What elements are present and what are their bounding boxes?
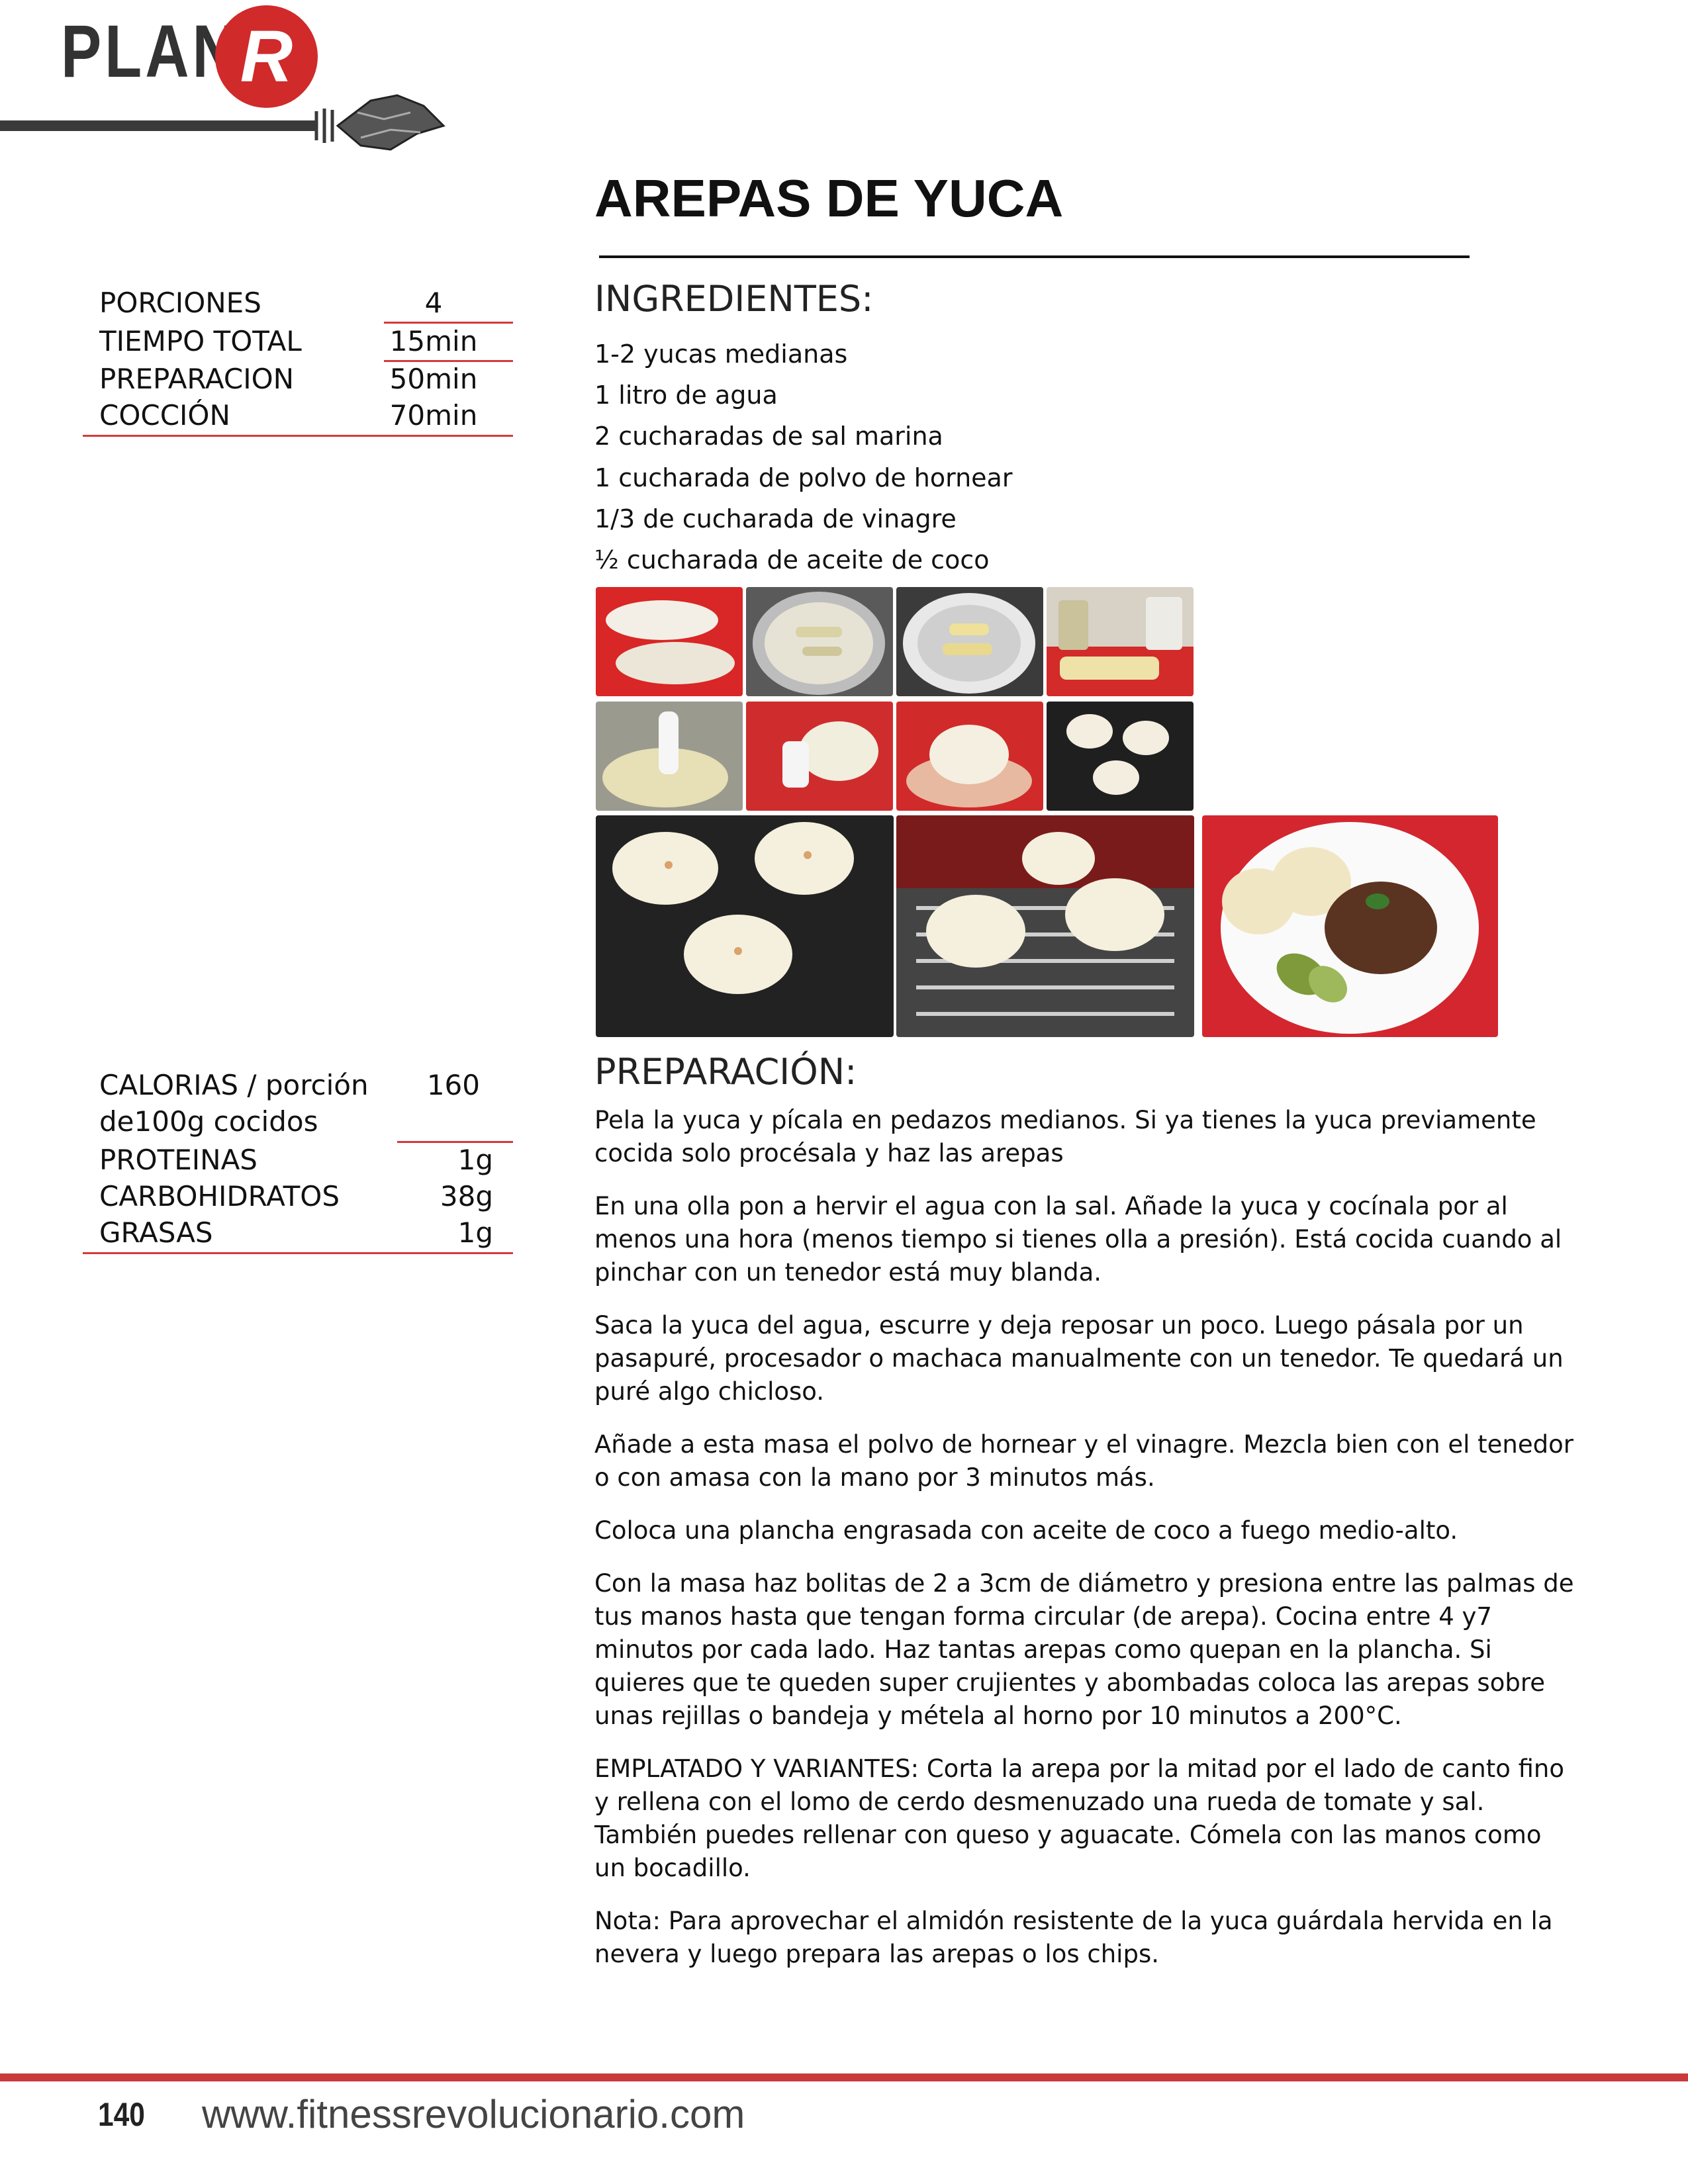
info-value: 15min	[389, 325, 478, 357]
preparation-step: Saca la yuca del agua, escurre y deja re…	[594, 1311, 1564, 1406]
info-label: TIEMPO TOTAL	[99, 325, 302, 357]
plated-dish-photo	[1202, 815, 1498, 1037]
ingredient-item: 2 cucharadas de sal marina	[594, 422, 943, 451]
oven-arepas-photo	[896, 815, 1194, 1037]
calories-value: 160	[426, 1069, 480, 1101]
nutrition-row: de100g cocidos	[83, 1103, 513, 1140]
page-number: 140	[98, 2096, 145, 2133]
footer-rule	[0, 2073, 1688, 2081]
preparation-step: EMPLATADO Y VARIANTES: Corta la arepa po…	[594, 1754, 1565, 1882]
ingredient-item: 1/3 de cucharada de vinagre	[594, 504, 957, 533]
peeled-yuca-photo	[596, 587, 743, 696]
logo-letter: R	[240, 15, 293, 97]
preparation-step: Coloca una plancha engrasada con aceite …	[594, 1516, 1458, 1545]
info-row: PORCIONES 4	[83, 285, 513, 322]
info-value: 4	[424, 287, 443, 319]
info-label: PORCIONES	[99, 287, 261, 319]
nutrition-row: CARBOHIDRATOS 38g	[83, 1178, 513, 1215]
info-label: PREPARACION	[99, 363, 295, 395]
preparation-step: Añade a esta masa el polvo de hornear y …	[594, 1430, 1573, 1492]
preparation-step: Con la masa haz bolitas de 2 a 3cm de di…	[594, 1569, 1574, 1730]
nutrition-label: GRASAS	[99, 1216, 213, 1249]
nutrition-value: 38g	[440, 1180, 493, 1212]
nutrition-rule	[83, 1252, 513, 1254]
logo-text: PLAN	[61, 10, 240, 93]
info-row: TIEMPO TOTAL 15min	[83, 323, 513, 360]
nutrition-label: CARBOHIDRATOS	[99, 1180, 340, 1212]
preparation-heading: PREPARACIÓN:	[594, 1051, 857, 1093]
preparation-steps: Pela la yuca y pícala en pedazos mediano…	[594, 1104, 1574, 1991]
recipe-title: AREPAS DE YUCA	[594, 169, 1064, 228]
ingredients-heading: INGREDIENTES:	[594, 278, 874, 320]
nutrition-row: PROTEINAS 1g	[83, 1142, 513, 1179]
website-link[interactable]: www.fitnessrevolucionario.com	[202, 2095, 745, 2134]
info-rule	[83, 435, 513, 437]
preparation-step: Pela la yuca y pícala en pedazos mediano…	[594, 1106, 1536, 1167]
griddle-photo	[1047, 702, 1194, 811]
ingredient-item: 1-2 yucas medianas	[594, 340, 848, 369]
preparation-step: Nota: Para aprovechar el almidón resiste…	[594, 1907, 1553, 1968]
ingredient-item: ½ cucharada de aceite de coco	[594, 545, 990, 574]
nutrition-row: CALORIAS / porción 160	[83, 1067, 513, 1104]
shaping-dough-photo	[896, 702, 1043, 811]
info-row: PREPARACION 50min	[83, 361, 513, 398]
boiling-pot-photo	[746, 587, 893, 696]
colander-photo	[896, 587, 1043, 696]
mashed-yuca-photo	[746, 702, 893, 811]
info-row: COCCIÓN 70min	[83, 397, 513, 434]
arrow-divider-icon	[0, 94, 445, 151]
nutrition-label: PROTEINAS	[99, 1144, 258, 1176]
ingredients-photo	[1047, 587, 1194, 696]
ingredient-item: 1 litro de agua	[594, 381, 778, 410]
info-value: 70min	[389, 399, 478, 432]
info-value: 50min	[389, 363, 478, 395]
nutrition-row: GRASAS 1g	[83, 1214, 513, 1251]
nutrition-value: 1g	[457, 1144, 493, 1176]
calories-label: CALORIAS / porción	[99, 1069, 369, 1101]
nutrition-value: 1g	[457, 1216, 493, 1249]
cooking-arepas-photo	[596, 815, 894, 1037]
nutrition-table: CALORIAS / porción 160 de100g cocidos PR…	[83, 1067, 513, 1259]
info-table: PORCIONES 4 TIEMPO TOTAL 15min PREPARACI…	[83, 285, 513, 443]
preparation-step: En una olla pon a hervir el agua con la …	[594, 1192, 1562, 1287]
title-rule	[599, 255, 1470, 258]
calories-sub-label: de100g cocidos	[99, 1105, 318, 1138]
ingredient-item: 1 cucharada de polvo de hornear	[594, 463, 1013, 492]
processor-photo	[596, 702, 743, 811]
info-label: COCCIÓN	[99, 399, 230, 432]
